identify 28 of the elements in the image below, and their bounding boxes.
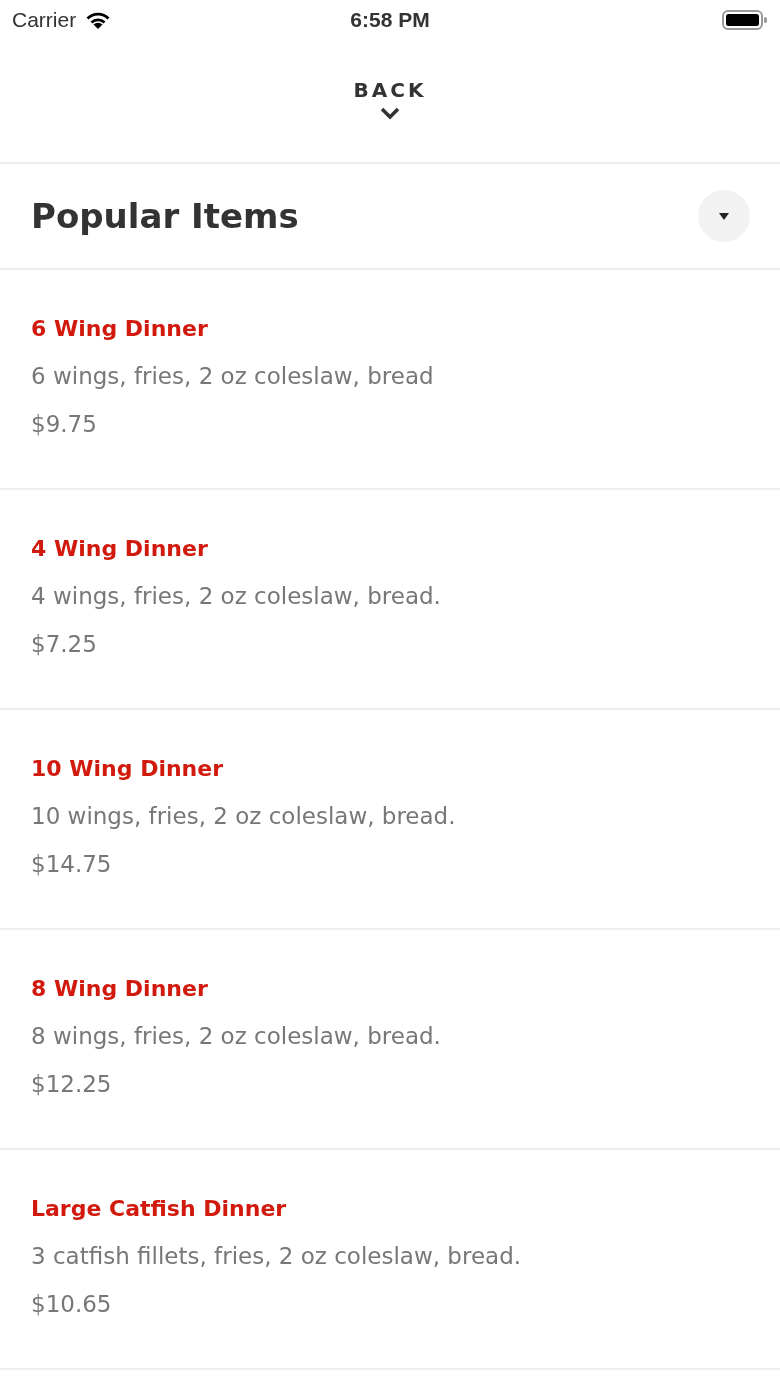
section-title: Popular Items — [31, 196, 299, 236]
item-description: 8 wings, fries, 2 oz coleslaw, bread. — [31, 1022, 442, 1051]
item-price: $12.25 — [31, 1070, 113, 1099]
menu-item[interactable]: 10 Wing Dinner 10 wings, fries, 2 oz coleslaw, bread. $14.75 — [0, 710, 780, 930]
battery-icon — [722, 9, 768, 31]
back-button[interactable]: BACK — [353, 78, 427, 120]
item-description: 4 wings, fries, 2 oz coleslaw, bread. — [31, 582, 442, 611]
chevron-down-icon — [379, 106, 401, 120]
item-name: 10 Wing Dinner — [31, 755, 225, 783]
item-price: $10.65 — [31, 1290, 113, 1319]
collapse-button[interactable] — [698, 190, 750, 242]
item-description: 6 wings, fries, 2 oz coleslaw, bread — [31, 362, 435, 391]
item-name: 8 Wing Dinner — [31, 975, 209, 1003]
carrier-name: Carrier — [12, 8, 77, 32]
item-price: $9.75 — [31, 410, 98, 439]
menu-item[interactable]: 4 Wing Dinner 4 wings, fries, 2 oz coleslaw, bread. $7.25 — [0, 490, 780, 710]
item-description: 10 wings, fries, 2 oz coleslaw, bread. — [31, 802, 457, 831]
item-name: 6 Wing Dinner — [31, 315, 209, 343]
menu-item[interactable]: Large Catfish Dinner 3 catfish fillets, fries, 2 oz coleslaw, bread. $10.65 — [0, 1150, 780, 1370]
status-time: 6:58 PM — [350, 8, 430, 32]
item-name: Large Catfish Dinner — [31, 1195, 288, 1223]
triangle-icon — [717, 211, 731, 221]
menu-item[interactable]: 6 Wing Dinner 6 wings, fries, 2 oz coleslaw, bread $9.75 — [0, 270, 780, 490]
menu-item[interactable]: 8 Wing Dinner 8 wings, fries, 2 oz coleslaw, bread. $12.25 — [0, 930, 780, 1150]
item-name: 4 Wing Dinner — [31, 535, 209, 563]
item-description: 3 catfish fillets, fries, 2 oz coleslaw, bread. — [31, 1242, 523, 1271]
item-price: $7.25 — [31, 630, 98, 659]
item-price: $14.75 — [31, 850, 113, 879]
